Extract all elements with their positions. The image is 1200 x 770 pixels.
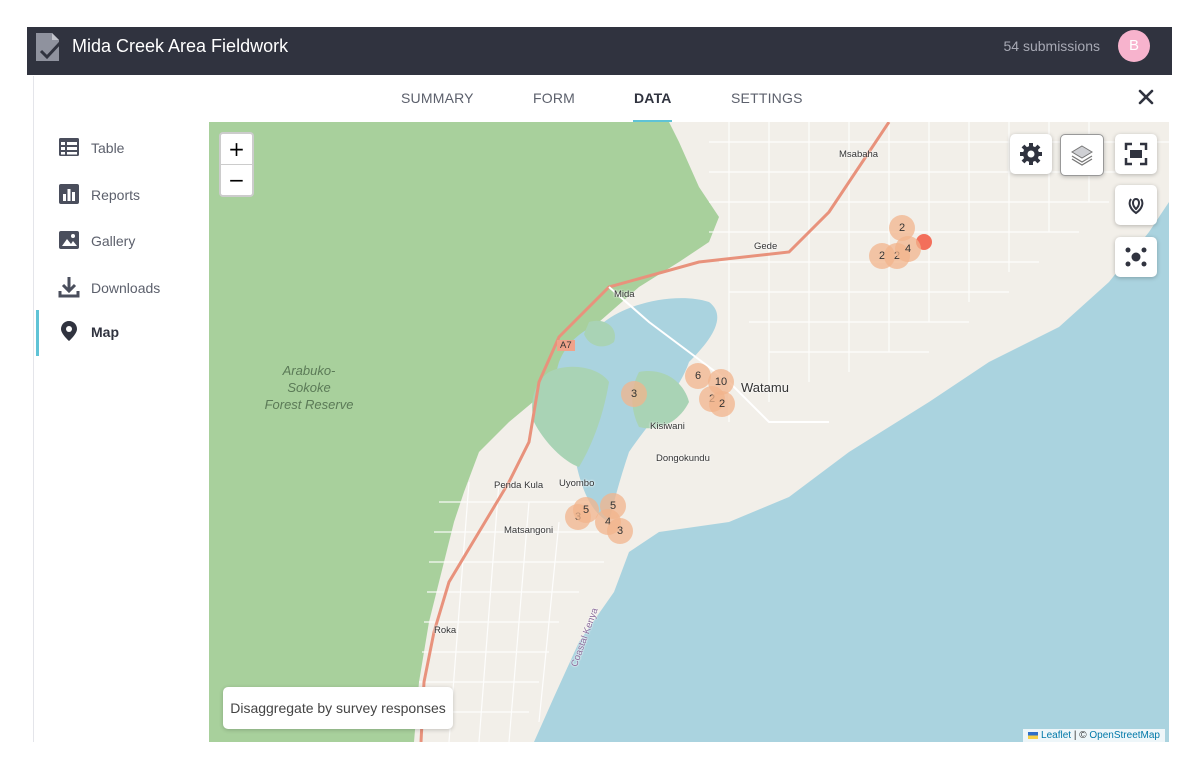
leaflet-link[interactable]: Leaflet <box>1041 730 1071 741</box>
place-label: Watamu <box>741 380 789 395</box>
map-tiles <box>209 122 1169 742</box>
place-label: Penda Kula <box>494 480 544 491</box>
app-header: Mida Creek Area Fieldwork 54 submissions… <box>27 27 1172 75</box>
user-avatar[interactable]: B <box>1118 30 1150 62</box>
tab-summary[interactable]: SUMMARY <box>401 90 474 106</box>
sidebar-item-label: Gallery <box>91 233 136 249</box>
fullscreen-icon <box>1124 142 1148 166</box>
map-view[interactable]: Arabuko- Sokoke Forest Reserve Msabaha G… <box>209 122 1169 742</box>
location-icon <box>1128 197 1144 215</box>
app-logo-icon <box>36 33 62 61</box>
sidebar-item-label: Table <box>91 140 125 156</box>
place-label: Msabaha <box>839 149 879 160</box>
attribution-separator: | © <box>1071 730 1090 741</box>
cluster-icon <box>1125 247 1147 267</box>
place-label: Dongokundu <box>656 453 710 464</box>
sidebar-item-table[interactable]: Table <box>34 126 209 166</box>
active-nav-indicator <box>36 310 39 356</box>
road-label: A7 <box>557 340 575 351</box>
cluster-marker[interactable]: 2 <box>709 391 735 417</box>
cluster-marker[interactable]: 6 <box>685 363 711 389</box>
tab-settings[interactable]: SETTINGS <box>731 90 803 106</box>
forest-reserve-label: Arabuko- Sokoke Forest Reserve <box>264 363 354 412</box>
sidebar-item-label: Downloads <box>91 280 161 296</box>
sidebar-item-label: Reports <box>91 187 141 203</box>
close-icon[interactable] <box>1137 88 1155 106</box>
map-pin-icon <box>61 321 77 341</box>
place-label: Uyombo <box>559 478 595 489</box>
flag-icon <box>1028 731 1039 739</box>
place-label: Matsangoni <box>504 525 554 536</box>
place-label: Kisiwani <box>650 421 685 432</box>
sidebar-item-downloads[interactable]: Downloads <box>34 266 209 306</box>
layers-icon <box>1071 145 1093 166</box>
sidebar-item-map[interactable]: Map <box>34 310 209 356</box>
download-icon <box>58 277 80 298</box>
osm-link[interactable]: OpenStreetMap <box>1089 730 1160 741</box>
map-settings-button[interactable] <box>1010 134 1052 174</box>
sidebar-item-gallery[interactable]: Gallery <box>34 219 209 259</box>
tab-form[interactable]: FORM <box>533 90 575 106</box>
cluster-toggle-button[interactable] <box>1115 237 1157 277</box>
zoom-out-button[interactable]: − <box>221 165 252 195</box>
project-tabs: SUMMARY FORM DATA SETTINGS <box>33 76 1173 122</box>
sidebar-item-reports[interactable]: Reports <box>34 173 209 213</box>
heatmap-toggle-button[interactable] <box>1115 185 1157 225</box>
zoom-in-button[interactable]: + <box>221 134 252 165</box>
place-label: Roka <box>434 625 457 636</box>
map-attribution: Leaflet | © OpenStreetMap <box>1023 729 1165 742</box>
place-label: Gede <box>754 241 778 252</box>
data-sidebar: Table Reports Gallery Downloads Map <box>33 122 210 742</box>
cluster-marker[interactable]: 4 <box>895 236 921 262</box>
fullscreen-button[interactable] <box>1115 134 1157 174</box>
cluster-marker[interactable]: 3 <box>607 518 633 544</box>
table-icon <box>59 138 79 156</box>
submission-count: 54 submissions <box>1003 38 1101 54</box>
zoom-control: + − <box>219 132 254 197</box>
sidebar-item-label: Map <box>91 324 119 340</box>
layers-button[interactable] <box>1060 134 1104 176</box>
gear-icon <box>1020 143 1042 165</box>
image-icon <box>59 231 79 249</box>
project-title: Mida Creek Area Fieldwork <box>72 36 289 56</box>
disaggregate-button[interactable]: Disaggregate by survey responses <box>223 687 453 729</box>
place-label: Mida <box>614 289 635 300</box>
tab-data[interactable]: DATA <box>634 90 672 106</box>
cluster-marker[interactable]: 3 <box>621 381 647 407</box>
bar-chart-icon <box>59 184 79 204</box>
